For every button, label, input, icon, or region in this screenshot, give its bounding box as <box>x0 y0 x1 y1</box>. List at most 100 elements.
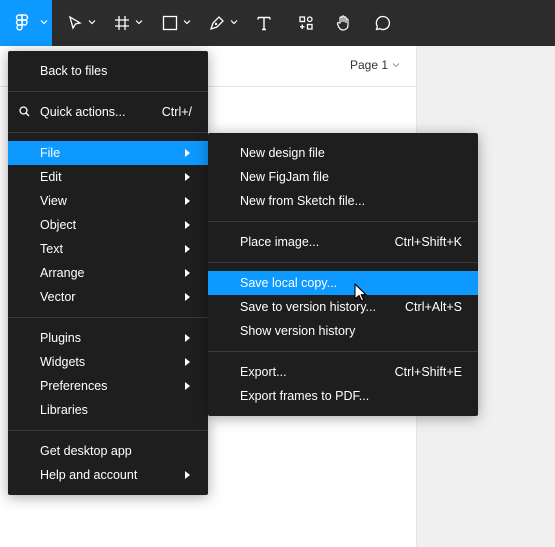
menu-divider <box>208 221 478 222</box>
chevron-right-icon <box>185 293 190 301</box>
chevron-right-icon <box>185 334 190 342</box>
mouse-pointer-icon <box>354 283 367 302</box>
figma-logo-icon <box>15 14 29 31</box>
menu-item-label: Place image... <box>240 235 320 249</box>
chevron-right-icon <box>185 173 190 181</box>
menu-item-new-figjam-file[interactable]: New FigJam file <box>208 165 478 189</box>
menu-item-label: Plugins <box>40 331 81 345</box>
menu-item-label: New from Sketch file... <box>240 194 366 208</box>
toolbar <box>0 0 555 46</box>
menu-item-place-image[interactable]: Place image... Ctrl+Shift+K <box>208 230 478 254</box>
menu-divider <box>8 317 208 318</box>
menu-item-view[interactable]: View <box>8 189 208 213</box>
menu-item-label: Vector <box>40 290 76 304</box>
menu-item-label: View <box>40 194 67 208</box>
frame-icon <box>115 16 129 30</box>
menu-item-export[interactable]: Export... Ctrl+Shift+E <box>208 360 478 384</box>
menu-item-object[interactable]: Object <box>8 213 208 237</box>
chevron-right-icon <box>185 471 190 479</box>
search-icon <box>19 106 30 117</box>
menu-item-text[interactable]: Text <box>8 237 208 261</box>
menu-item-label: Widgets <box>40 355 86 369</box>
menu-item-new-design-file[interactable]: New design file <box>208 141 478 165</box>
chevron-right-icon <box>185 197 190 205</box>
menu-item-label: Text <box>40 242 63 256</box>
menu-item-vector[interactable]: Vector <box>8 285 208 309</box>
chevron-down-icon <box>230 20 238 25</box>
frame-tool-button[interactable] <box>107 0 147 46</box>
move-tool-button[interactable] <box>60 0 100 46</box>
menu-item-label: Export frames to PDF... <box>240 389 370 403</box>
menu-item-export-frames-to-pdf[interactable]: Export frames to PDF... <box>208 384 478 408</box>
menu-item-save-local-copy[interactable]: Save local copy... <box>208 271 478 295</box>
chevron-down-icon <box>392 63 400 68</box>
chevron-right-icon <box>185 358 190 366</box>
chevron-right-icon <box>185 382 190 390</box>
menu-divider <box>8 430 208 431</box>
menu-item-shortcut: Ctrl+Shift+E <box>394 365 462 379</box>
text-tool-button[interactable] <box>250 0 278 46</box>
shape-tool-button[interactable] <box>155 0 195 46</box>
chevron-right-icon <box>185 149 190 157</box>
menu-item-label: Save local copy... <box>240 276 338 290</box>
menu-item-label: Preferences <box>40 379 108 393</box>
menu-item-label: Show version history <box>240 324 356 338</box>
page-selector-label: Page 1 <box>350 58 389 72</box>
menu-item-new-from-sketch[interactable]: New from Sketch file... <box>208 189 478 213</box>
menu-divider <box>8 91 208 92</box>
file-submenu: New design file New FigJam file New from… <box>208 133 478 416</box>
menu-item-quick-actions[interactable]: Quick actions... Ctrl+/ <box>8 100 208 124</box>
page-selector[interactable]: Page 1 <box>350 58 400 72</box>
menu-item-label: Help and account <box>40 468 138 482</box>
text-icon <box>257 16 271 31</box>
menu-divider <box>8 132 208 133</box>
menu-item-help-and-account[interactable]: Help and account <box>8 463 208 487</box>
menu-divider <box>208 262 478 263</box>
menu-item-get-desktop-app[interactable]: Get desktop app <box>8 439 208 463</box>
main-menu: Back to files Quick actions... Ctrl+/ Fi… <box>8 51 208 495</box>
menu-item-label: Arrange <box>40 266 85 280</box>
menu-item-file[interactable]: File <box>8 141 208 165</box>
menu-item-arrange[interactable]: Arrange <box>8 261 208 285</box>
chevron-down-icon <box>135 20 143 25</box>
pen-icon <box>209 16 224 31</box>
rectangle-icon <box>162 15 178 31</box>
menu-item-preferences[interactable]: Preferences <box>8 374 208 398</box>
menu-item-label: File <box>40 146 61 160</box>
menu-item-label: New FigJam file <box>240 170 329 184</box>
menu-item-shortcut: Ctrl+Shift+K <box>394 235 462 249</box>
menu-item-plugins[interactable]: Plugins <box>8 326 208 350</box>
menu-item-label: Object <box>40 218 77 232</box>
resources-tool-button[interactable] <box>292 0 320 46</box>
hand-tool-button[interactable] <box>330 0 358 46</box>
menu-item-label: Quick actions... <box>40 105 126 119</box>
menu-item-label: New design file <box>240 146 325 160</box>
main-menu-button[interactable] <box>0 0 52 46</box>
chevron-down-icon <box>183 20 191 25</box>
chevron-down-icon <box>88 20 96 25</box>
pen-tool-button[interactable] <box>202 0 242 46</box>
menu-item-show-version-history[interactable]: Show version history <box>208 319 478 343</box>
comment-icon <box>375 15 391 31</box>
menu-item-widgets[interactable]: Widgets <box>8 350 208 374</box>
menu-item-edit[interactable]: Edit <box>8 165 208 189</box>
chevron-right-icon <box>185 245 190 253</box>
menu-item-label: Libraries <box>40 403 88 417</box>
chevron-down-icon <box>40 20 48 25</box>
menu-item-save-to-version-history[interactable]: Save to version history... Ctrl+Alt+S <box>208 295 478 319</box>
menu-divider <box>208 351 478 352</box>
resources-icon <box>299 16 313 30</box>
menu-item-label: Back to files <box>40 64 108 78</box>
menu-item-label: Edit <box>40 170 62 184</box>
hand-icon <box>336 15 349 31</box>
menu-item-back-to-files[interactable]: Back to files <box>8 59 208 83</box>
menu-item-label: Get desktop app <box>40 444 132 458</box>
menu-item-libraries[interactable]: Libraries <box>8 398 208 422</box>
menu-item-shortcut: Ctrl+Alt+S <box>405 300 462 314</box>
menu-item-shortcut: Ctrl+/ <box>161 105 192 119</box>
comment-tool-button[interactable] <box>369 0 397 46</box>
menu-item-label: Export... <box>240 365 287 379</box>
cursor-arrow-icon <box>68 15 82 30</box>
chevron-right-icon <box>185 221 190 229</box>
chevron-right-icon <box>185 269 190 277</box>
